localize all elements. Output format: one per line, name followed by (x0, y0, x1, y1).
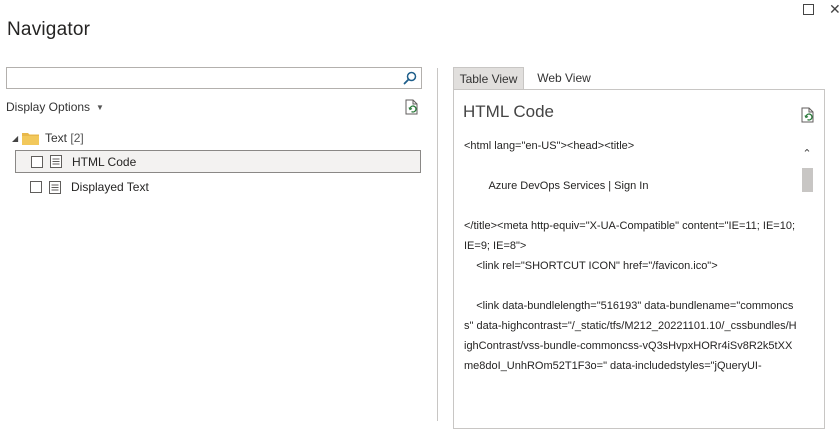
panel-divider[interactable] (437, 68, 438, 421)
preview-title: HTML Code (463, 102, 555, 121)
folder-icon (22, 133, 39, 145)
preview-content: <html lang="en-US"><head><title> Azure D… (464, 140, 797, 372)
display-options-dropdown[interactable]: Display Options ▼ (6, 100, 104, 114)
refresh-icon[interactable] (404, 99, 420, 116)
tree-item-label: Displayed Text (71, 180, 149, 194)
tree-item-html-code[interactable]: HTML Code (15, 150, 421, 173)
tree-item-displayed-text[interactable]: Displayed Text (15, 176, 421, 198)
tab-table-view[interactable]: Table View (453, 67, 524, 89)
scrollbar-thumb[interactable] (802, 168, 813, 192)
table-icon (50, 155, 62, 168)
vertical-scrollbar[interactable]: ⌃ (799, 147, 815, 432)
maximize-icon (803, 4, 814, 15)
tree-folder-text[interactable]: ◢ Text [2] (12, 127, 84, 149)
close-icon: ✕ (829, 1, 839, 17)
search-icon[interactable] (403, 71, 417, 85)
window-title: Navigator (7, 19, 91, 40)
chevron-down-icon: ▼ (96, 103, 104, 112)
displayed-text-checkbox[interactable] (30, 181, 42, 193)
folder-label: Text (45, 131, 68, 145)
maximize-button[interactable] (802, 2, 818, 18)
display-options-label: Display Options (6, 100, 91, 114)
search-input[interactable] (10, 70, 394, 88)
close-button[interactable]: ✕ (829, 1, 839, 19)
search-box[interactable] (6, 67, 422, 89)
tab-web-view[interactable]: Web View (530, 67, 598, 89)
tree-item-label: HTML Code (72, 154, 137, 169)
table-icon (49, 180, 61, 194)
scroll-up-icon[interactable]: ⌃ (800, 147, 814, 161)
preview-panel: HTML Code <html lang="en-US"><head><titl… (453, 89, 825, 429)
expand-triangle-icon[interactable]: ◢ (12, 128, 22, 150)
refresh-icon[interactable] (800, 107, 816, 124)
html-code-checkbox[interactable] (31, 155, 43, 168)
folder-count: [2] (70, 131, 84, 145)
